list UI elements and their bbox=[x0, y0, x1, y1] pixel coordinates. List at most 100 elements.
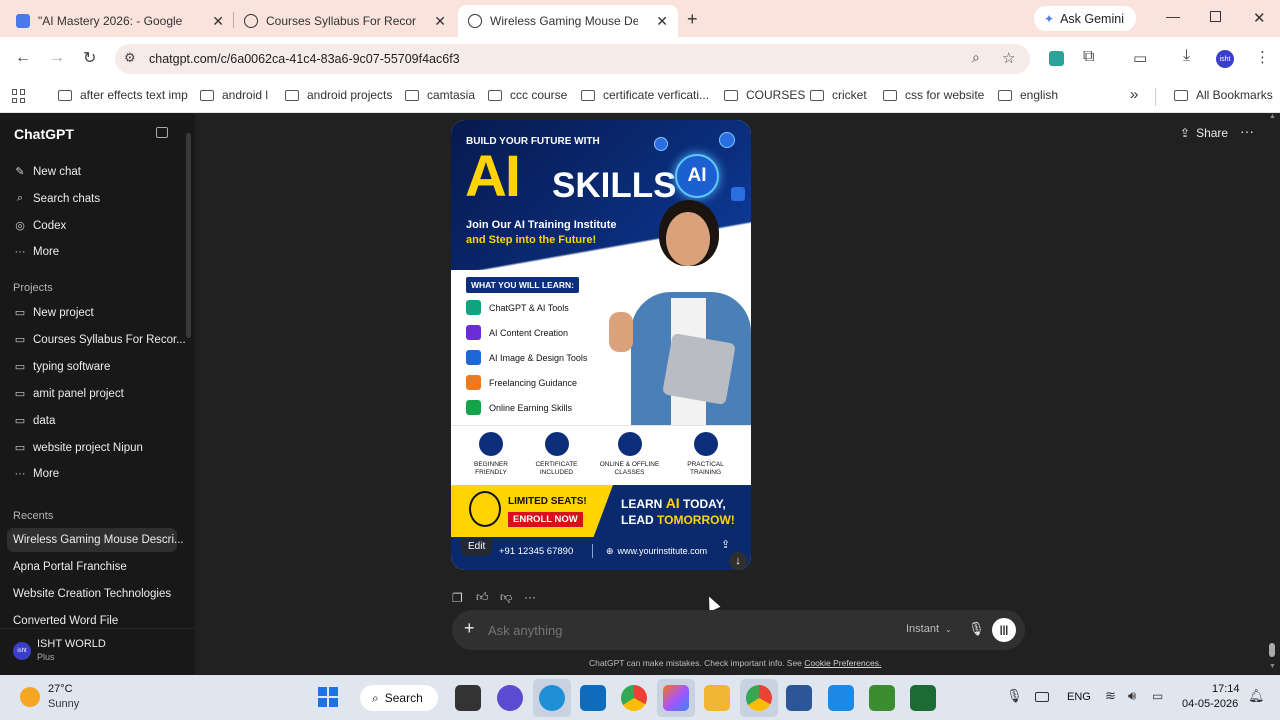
bookmark-folder[interactable]: COURSES bbox=[724, 88, 805, 102]
reload-icon[interactable]: ↻ bbox=[83, 48, 96, 68]
restore-window-icon[interactable] bbox=[1210, 11, 1221, 22]
more-actions-icon[interactable]: ··· bbox=[524, 590, 536, 604]
close-tab-icon[interactable]: ✕ bbox=[656, 13, 668, 30]
scroll-up-arrow-icon[interactable]: ▲ bbox=[1269, 113, 1276, 120]
volume-icon[interactable]: 🔊︎ bbox=[1128, 688, 1136, 704]
profile-avatar[interactable]: isht bbox=[1216, 50, 1234, 68]
microphone-icon[interactable]: 🎙︎ bbox=[968, 621, 985, 637]
forward-arrow-icon[interactable]: → bbox=[49, 49, 65, 67]
weather-desc[interactable]: Sunny bbox=[48, 698, 79, 710]
back-arrow-icon[interactable]: ← bbox=[15, 49, 31, 67]
bookmark-folder[interactable]: css for website bbox=[883, 88, 984, 102]
windows-start-icon[interactable] bbox=[318, 687, 338, 707]
weather-temp[interactable]: 27°C bbox=[48, 683, 73, 695]
extension-icon[interactable] bbox=[1049, 51, 1064, 66]
file-explorer-icon[interactable] bbox=[704, 685, 730, 711]
all-bookmarks-folder[interactable]: All Bookmarks bbox=[1174, 88, 1273, 102]
bookmark-folder[interactable]: cricket bbox=[810, 88, 867, 102]
cookie-preferences-link[interactable]: Cookie Preferences. bbox=[804, 658, 881, 668]
voice-mode-icon[interactable]: ||| bbox=[992, 618, 1016, 642]
mic-tray-icon[interactable]: 🎙︎ bbox=[1006, 688, 1023, 704]
sidebar-item-project[interactable]: ▭ amit panel project bbox=[13, 387, 124, 401]
sidebar-item-project[interactable]: ▭ typing software bbox=[13, 360, 111, 374]
battery-icon[interactable]: ▭ bbox=[1152, 689, 1163, 703]
bookmark-folder[interactable]: camtasia bbox=[405, 88, 475, 102]
copilot-app-icon[interactable] bbox=[663, 685, 689, 711]
chrome-profile-app-icon[interactable] bbox=[746, 685, 772, 711]
share-image-icon[interactable]: ⇪ bbox=[721, 538, 730, 551]
chat-input[interactable] bbox=[488, 619, 868, 641]
tab-courses-syllabus[interactable]: Courses Syllabus For Recording ✕ bbox=[234, 5, 456, 37]
bookmark-folder[interactable]: android l bbox=[200, 88, 268, 102]
meet-app-icon[interactable] bbox=[497, 685, 523, 711]
copy-icon[interactable]: ❐ bbox=[452, 591, 463, 605]
bookmark-folder[interactable]: android projects bbox=[285, 88, 392, 102]
more-projects-button[interactable]: ··· More bbox=[13, 468, 60, 480]
edit-image-button[interactable]: Edit bbox=[461, 537, 493, 556]
photos-app-icon[interactable] bbox=[828, 685, 854, 711]
model-mode-selector[interactable]: Instant ⌄ bbox=[906, 623, 952, 635]
sidebar-scrollbar[interactable] bbox=[186, 133, 191, 338]
bookmark-folder[interactable]: certificate verficati... bbox=[581, 88, 709, 102]
toggle-sidebar-icon[interactable] bbox=[156, 127, 168, 138]
share-button[interactable]: ⇪ Share bbox=[1180, 126, 1228, 140]
store-app-icon[interactable] bbox=[580, 685, 606, 711]
bookmark-folder[interactable]: english bbox=[998, 88, 1058, 102]
new-chat-button[interactable]: ✎ New chat bbox=[13, 165, 81, 179]
conversation-options-icon[interactable]: ··· bbox=[1240, 123, 1254, 139]
notification-bell-icon[interactable]: 🔔︎ bbox=[1248, 688, 1265, 704]
chat-scrollbar-thumb[interactable] bbox=[1269, 643, 1275, 657]
url-text[interactable]: chatgpt.com/c/6a0062ca-41c4-83a6-9c07-55… bbox=[149, 52, 460, 66]
thumbs-up-icon[interactable]: 👍︎ bbox=[476, 590, 489, 605]
user-menu[interactable]: isht ISHT WORLD Plus bbox=[0, 628, 195, 675]
search-chats-button[interactable]: ⌕ Search chats bbox=[13, 192, 100, 205]
close-window-icon[interactable]: ✕ bbox=[1253, 9, 1266, 27]
bookmark-folder[interactable]: after effects text imp bbox=[58, 88, 188, 102]
sun-weather-icon[interactable] bbox=[20, 687, 40, 707]
zoom-icon[interactable]: ⌕ bbox=[972, 49, 980, 66]
close-tab-icon[interactable]: ✕ bbox=[212, 13, 224, 30]
word-app-icon[interactable] bbox=[786, 685, 812, 711]
sidebar-item-project[interactable]: ▭ Courses Syllabus For Recor... bbox=[13, 333, 186, 347]
sidebar-item-recent[interactable]: Apna Portal Franchise bbox=[13, 561, 127, 573]
scroll-to-bottom-icon[interactable]: ↓ bbox=[729, 552, 747, 570]
thumbs-down-icon[interactable]: 👎︎ bbox=[500, 590, 512, 605]
wifi-icon[interactable]: ≋ bbox=[1105, 688, 1116, 704]
reading-mode-icon[interactable]: ▭ bbox=[1133, 49, 1147, 67]
tab-wireless-mouse[interactable]: Wireless Gaming Mouse Descri ✕ bbox=[458, 5, 678, 37]
codex-button[interactable]: ◎ Codex bbox=[13, 219, 66, 233]
app-title[interactable]: ChatGPT bbox=[14, 126, 74, 142]
more-button[interactable]: ··· More bbox=[13, 246, 60, 258]
close-tab-icon[interactable]: ✕ bbox=[434, 13, 446, 30]
add-attachment-icon[interactable]: + bbox=[464, 619, 475, 637]
sidebar-item-recent[interactable]: Wireless Gaming Mouse Descri... bbox=[13, 534, 184, 546]
address-bar[interactable]: ⚙ chatgpt.com/c/6a0062ca-41c4-83a6-9c07-… bbox=[115, 44, 1030, 74]
sidebar-item-project[interactable]: ▭ website project Nipun bbox=[13, 441, 143, 455]
clock-time[interactable]: 17:14 bbox=[1212, 683, 1240, 695]
ask-gemini-button[interactable]: ✦ Ask Gemini bbox=[1034, 6, 1136, 31]
camtasia-app-icon[interactable] bbox=[869, 685, 895, 711]
taskbar-search[interactable]: ⌕ Search bbox=[360, 685, 438, 711]
apps-grid-icon[interactable] bbox=[12, 89, 26, 103]
scroll-down-arrow-icon[interactable]: ▼ bbox=[1269, 663, 1276, 670]
new-tab-button[interactable]: + bbox=[687, 9, 698, 30]
tab-ai-mastery[interactable]: "AI Mastery 2026: - Google ✕ bbox=[6, 5, 234, 37]
more-bookmarks-chevron-icon[interactable]: » bbox=[1130, 86, 1138, 103]
chrome-app-icon[interactable] bbox=[621, 685, 647, 711]
bookmark-star-icon[interactable]: ☆ bbox=[1002, 49, 1015, 67]
bookmark-folder[interactable]: ccc course bbox=[488, 88, 567, 102]
chrome-menu-icon[interactable]: ⋮ bbox=[1255, 48, 1270, 66]
task-view-icon[interactable] bbox=[455, 685, 481, 711]
sidebar-item-recent[interactable]: Website Creation Technologies bbox=[13, 588, 171, 600]
input-language[interactable]: ENG bbox=[1067, 691, 1091, 703]
extensions-puzzle-icon[interactable]: ⧉ bbox=[1083, 48, 1094, 66]
clock-date[interactable]: 04-05-2026 bbox=[1182, 698, 1238, 710]
download-icon[interactable]: ⤓ bbox=[1183, 47, 1190, 65]
sidebar-item-recent[interactable]: Converted Word File bbox=[13, 615, 118, 627]
camtasia-recorder-icon[interactable] bbox=[910, 685, 936, 711]
minimize-window-icon[interactable]: — bbox=[1166, 8, 1180, 24]
battery-tray-icon[interactable] bbox=[1035, 692, 1049, 702]
generated-poster-image[interactable]: BUILD YOUR FUTURE WITH AI SKILLS Join Ou… bbox=[451, 120, 751, 570]
edge-app-icon[interactable] bbox=[539, 685, 565, 711]
sidebar-item-project[interactable]: ▭ data bbox=[13, 414, 56, 428]
